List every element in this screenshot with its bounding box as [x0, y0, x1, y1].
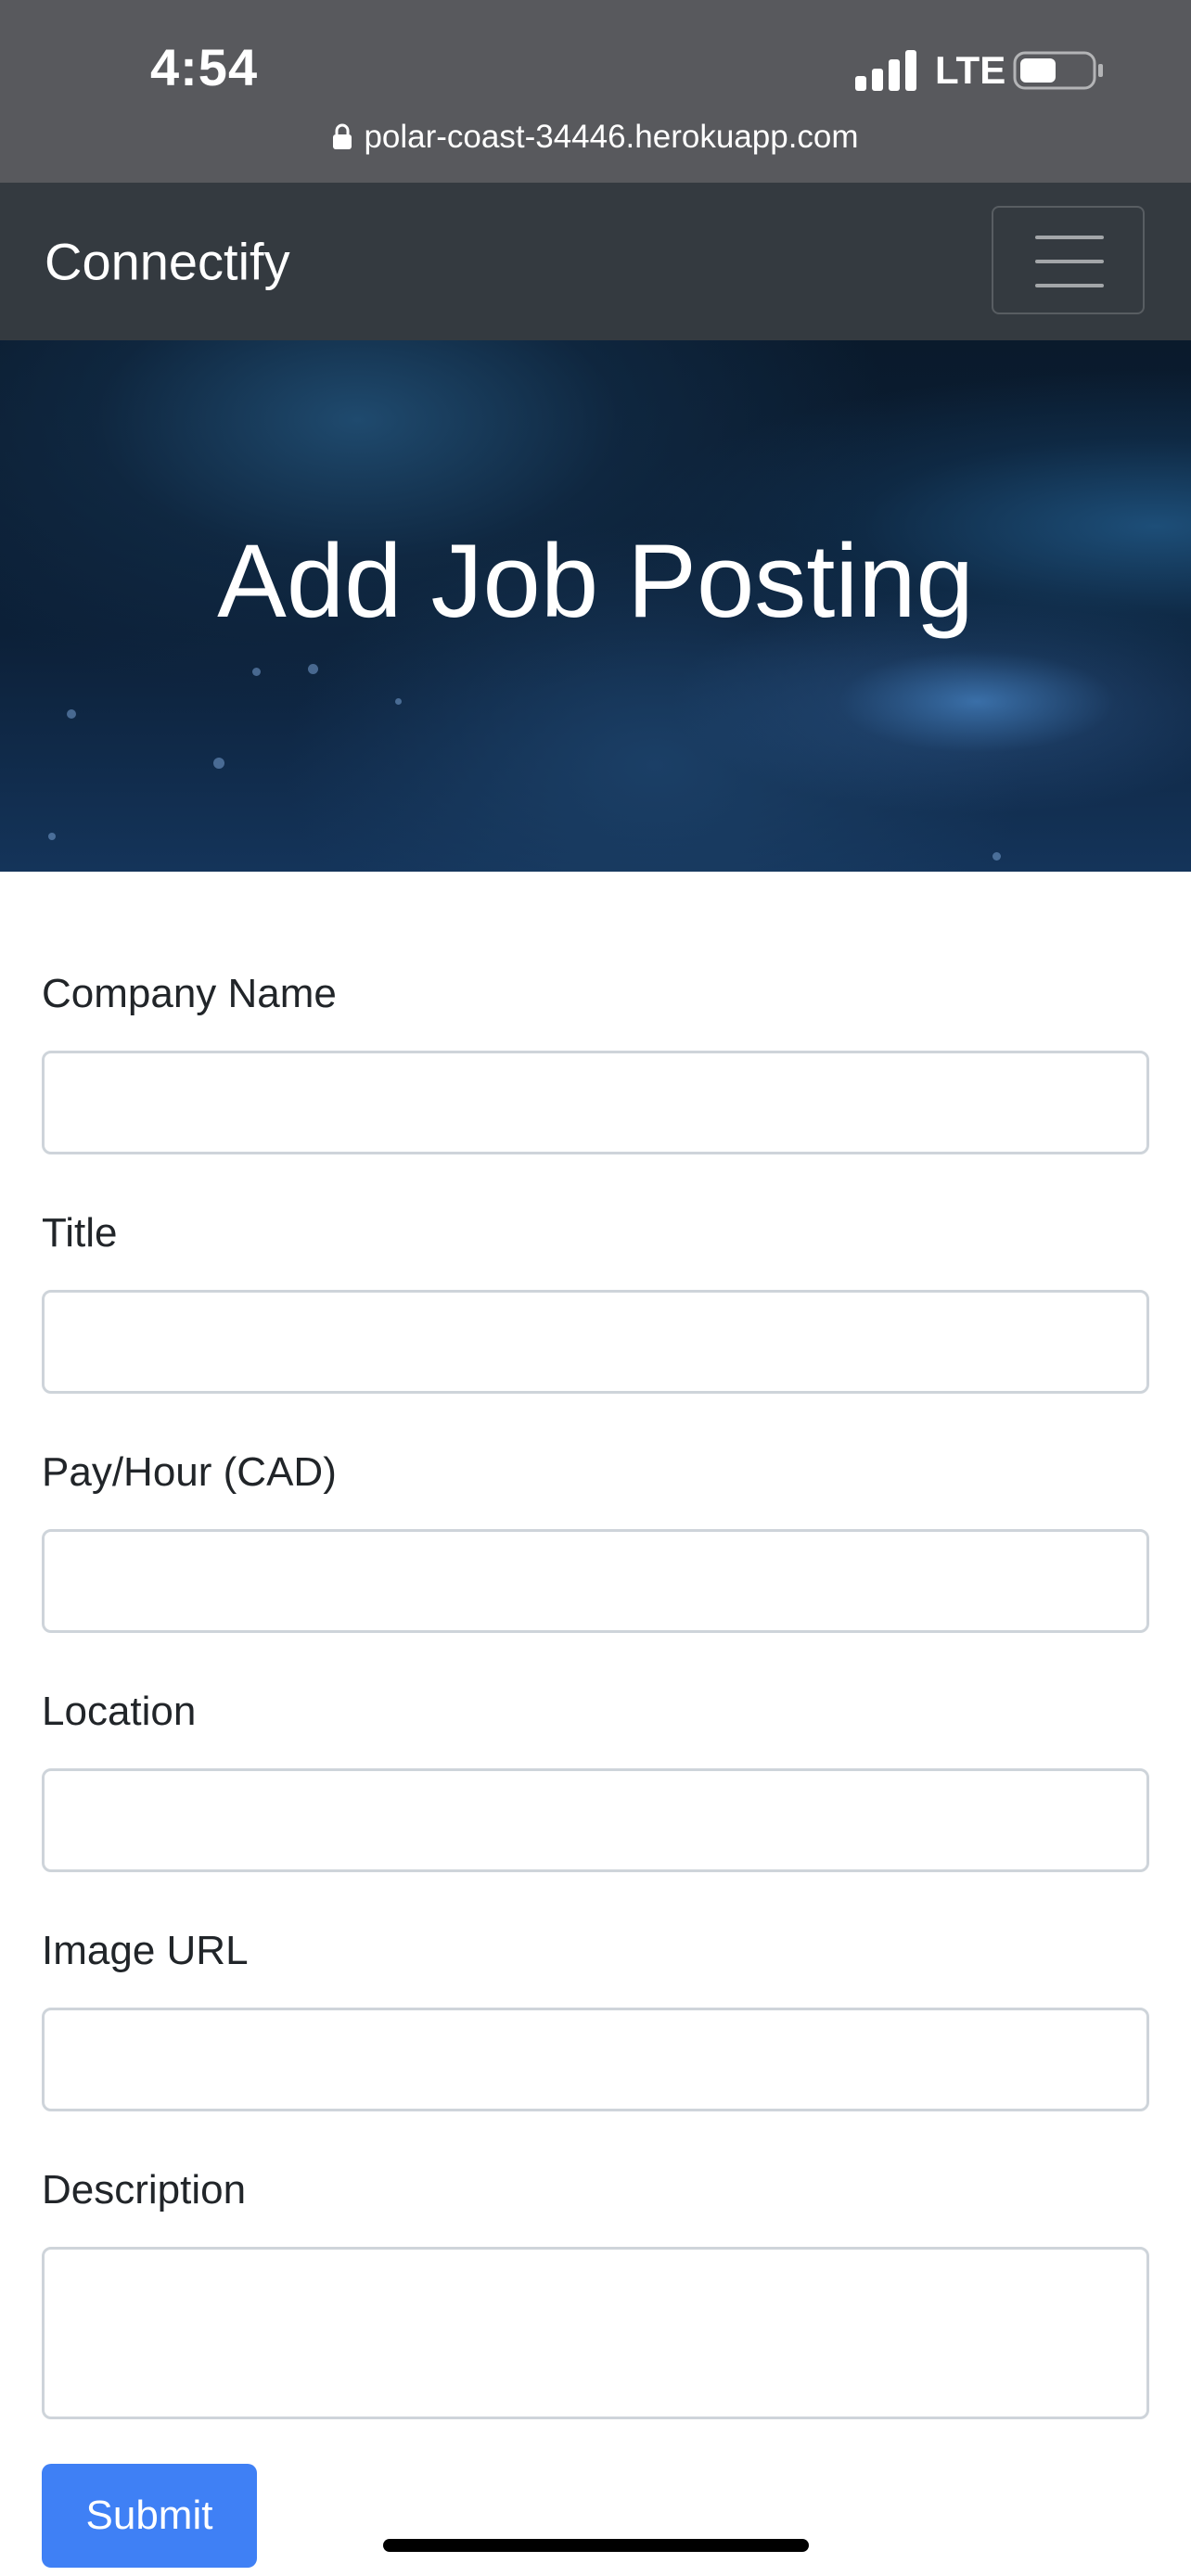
url-text: polar-coast-34446.herokuapp.com: [364, 119, 859, 155]
company-name-input[interactable]: [42, 1051, 1149, 1154]
hero-banner: Add Job Posting: [0, 340, 1191, 872]
hamburger-menu-icon: [1035, 236, 1104, 287]
pay-per-hour-input[interactable]: [42, 1529, 1149, 1633]
company-name-label: Company Name: [42, 971, 337, 1016]
home-indicator[interactable]: [383, 2539, 809, 2552]
location-input[interactable]: [42, 1768, 1149, 1872]
description-textarea[interactable]: [42, 2247, 1149, 2419]
image-url-input[interactable]: [42, 2008, 1149, 2111]
cellular-signal-icon: [855, 50, 916, 91]
address-bar[interactable]: polar-coast-34446.herokuapp.com: [0, 115, 1191, 159]
hero-bokeh-dot: [992, 852, 1001, 861]
lock-icon: [333, 123, 352, 149]
battery-icon: [1013, 51, 1103, 90]
title-input[interactable]: [42, 1290, 1149, 1394]
image-url-label: Image URL: [42, 1928, 249, 1973]
description-label: Description: [42, 2167, 247, 2213]
status-time: 4:54: [150, 38, 259, 96]
submit-button[interactable]: Submit: [42, 2464, 257, 2568]
status-bar: 4:54 LTE polar-coast-34446.herokuapp.com: [0, 0, 1191, 183]
network-type-label: LTE: [935, 48, 1006, 92]
navbar-toggle-button[interactable]: [992, 206, 1145, 314]
hero-bokeh-dot: [48, 833, 56, 840]
navbar: Connectify: [0, 183, 1191, 340]
pay-per-hour-label: Pay/Hour (CAD): [42, 1449, 337, 1495]
page-title: Add Job Posting: [217, 523, 974, 639]
title-label: Title: [42, 1210, 118, 1256]
brand-link[interactable]: Connectify: [45, 232, 290, 292]
location-label: Location: [42, 1689, 197, 1734]
